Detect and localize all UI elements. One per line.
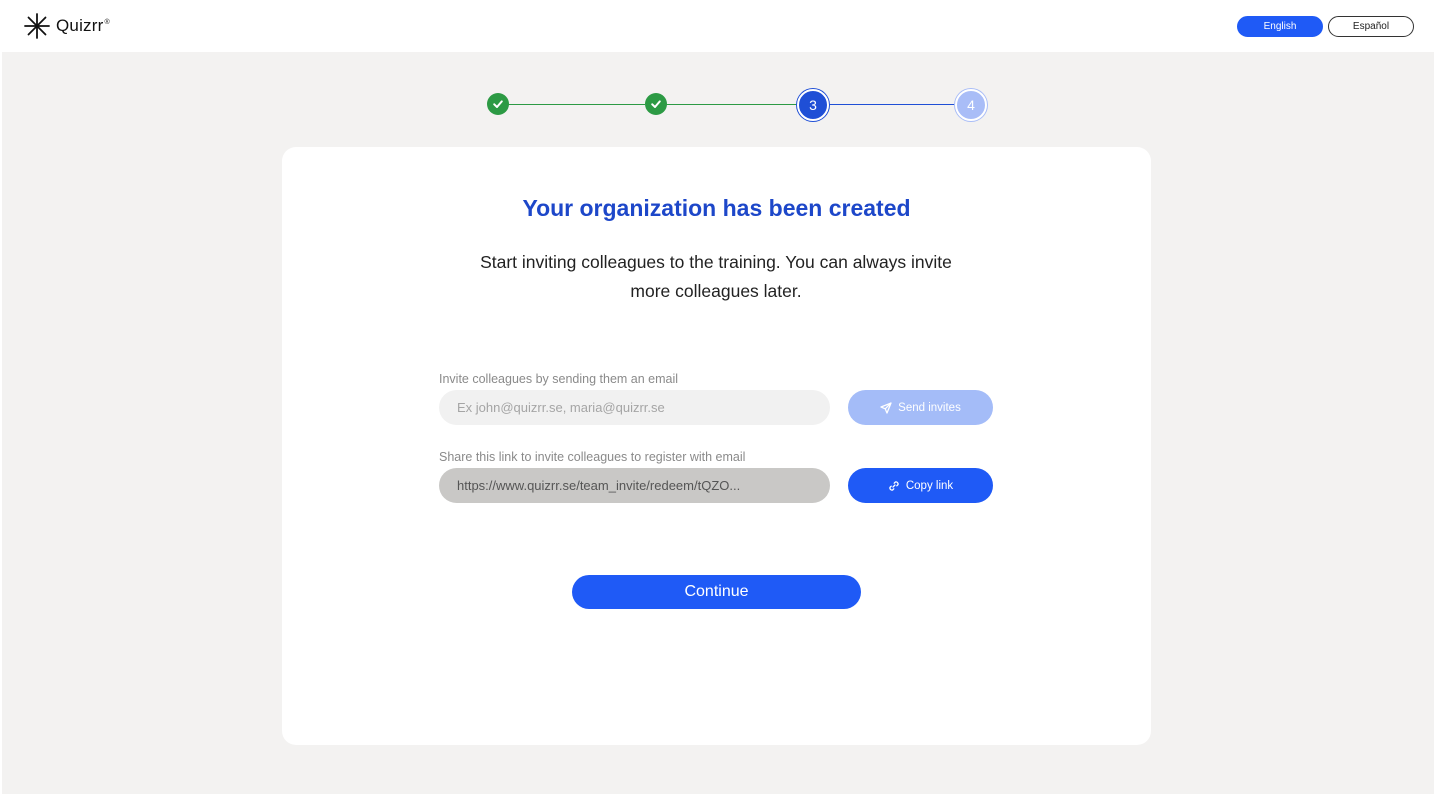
step-2-complete	[645, 93, 667, 115]
progress-stepper: 3 4	[487, 89, 987, 121]
check-icon	[493, 100, 503, 108]
send-icon	[880, 401, 892, 414]
language-english-button[interactable]: English	[1237, 16, 1323, 37]
stepper-connector	[665, 104, 803, 105]
brand-name: Quizrr®	[56, 16, 110, 35]
top-bar: Quizrr® English Español	[0, 0, 1434, 52]
send-invites-button[interactable]: Send invites	[848, 390, 993, 425]
page-subtitle: Start inviting colleagues to the trainin…	[480, 252, 952, 301]
send-invites-label: Send invites	[898, 401, 961, 414]
copy-link-button[interactable]: Copy link	[848, 468, 993, 503]
step-4-upcoming: 4	[955, 89, 987, 121]
page-title: Your organization has been created	[522, 195, 911, 221]
invite-card: Your organization has been created Start…	[282, 147, 1151, 745]
step-3-current: 3	[797, 89, 829, 121]
check-icon	[651, 100, 661, 108]
quizrr-logo[interactable]: Quizrr®	[24, 13, 110, 39]
email-invite-label: Invite colleagues by sending them an ema…	[439, 372, 679, 386]
copy-link-label: Copy link	[905, 479, 954, 492]
stepper-connector	[507, 104, 645, 105]
link-icon	[889, 480, 899, 491]
email-invite-input[interactable]	[439, 390, 830, 425]
language-spanish-button[interactable]: Español	[1328, 16, 1414, 37]
asterisk-logo-icon	[24, 13, 50, 39]
invite-link-field[interactable]: https://www.quizrr.se/team_invite/redeem…	[439, 468, 830, 503]
step-1-complete	[487, 93, 509, 115]
link-invite-label: Share this link to invite colleagues to …	[439, 450, 746, 464]
stepper-connector	[829, 104, 959, 105]
continue-button[interactable]: Continue	[572, 575, 861, 609]
